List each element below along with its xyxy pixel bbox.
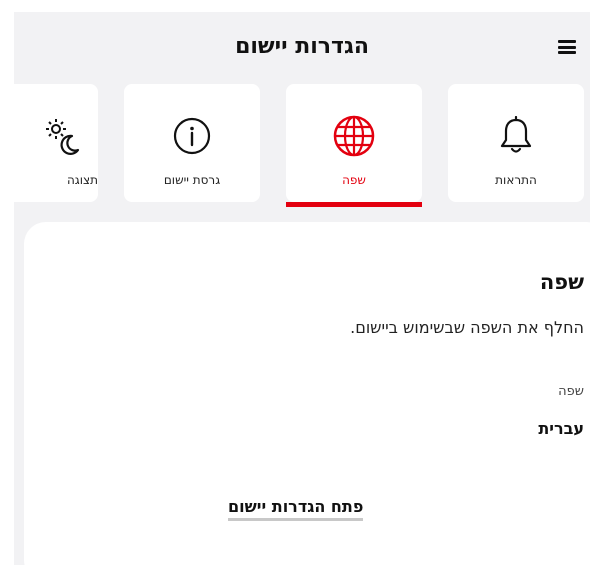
- tab-display[interactable]: תצוגה: [14, 84, 98, 202]
- settings-tabs: התראות שפה גרסת יישום תצוגה: [14, 84, 590, 208]
- tab-label-display: תצוגה: [66, 173, 98, 187]
- hamburger-menu-icon[interactable]: [558, 40, 576, 54]
- globe-icon: [286, 114, 422, 158]
- language-field-value: עברית: [538, 419, 584, 438]
- tab-app-version[interactable]: גרסת יישום: [124, 84, 260, 202]
- active-tab-indicator: [286, 202, 422, 207]
- tab-label-language: שפה: [342, 173, 366, 187]
- open-app-settings-link[interactable]: פתח הגדרות יישום: [228, 497, 364, 521]
- tab-language[interactable]: שפה: [286, 84, 422, 202]
- sun-moon-icon: [14, 114, 98, 158]
- tab-notifications[interactable]: התראות: [448, 84, 584, 202]
- language-field-label: שפה: [558, 384, 584, 399]
- section-title: שפה: [539, 270, 584, 294]
- app-screen: הגדרות יישום התראות שפה גרסת יישום תצוגה…: [14, 12, 590, 565]
- language-settings-card: שפה החלף את השפה שבשימוש ביישום. שפה עבר…: [24, 222, 590, 565]
- tab-label-app-version: גרסת יישום: [163, 173, 221, 187]
- app-header: הגדרות יישום: [14, 12, 590, 82]
- info-icon: [124, 114, 260, 158]
- tab-label-notifications: התראות: [495, 173, 537, 187]
- section-description: החלף את השפה שבשימוש ביישום.: [350, 318, 584, 337]
- page-title: הגדרות יישום: [235, 34, 369, 59]
- bell-icon: [448, 114, 584, 158]
